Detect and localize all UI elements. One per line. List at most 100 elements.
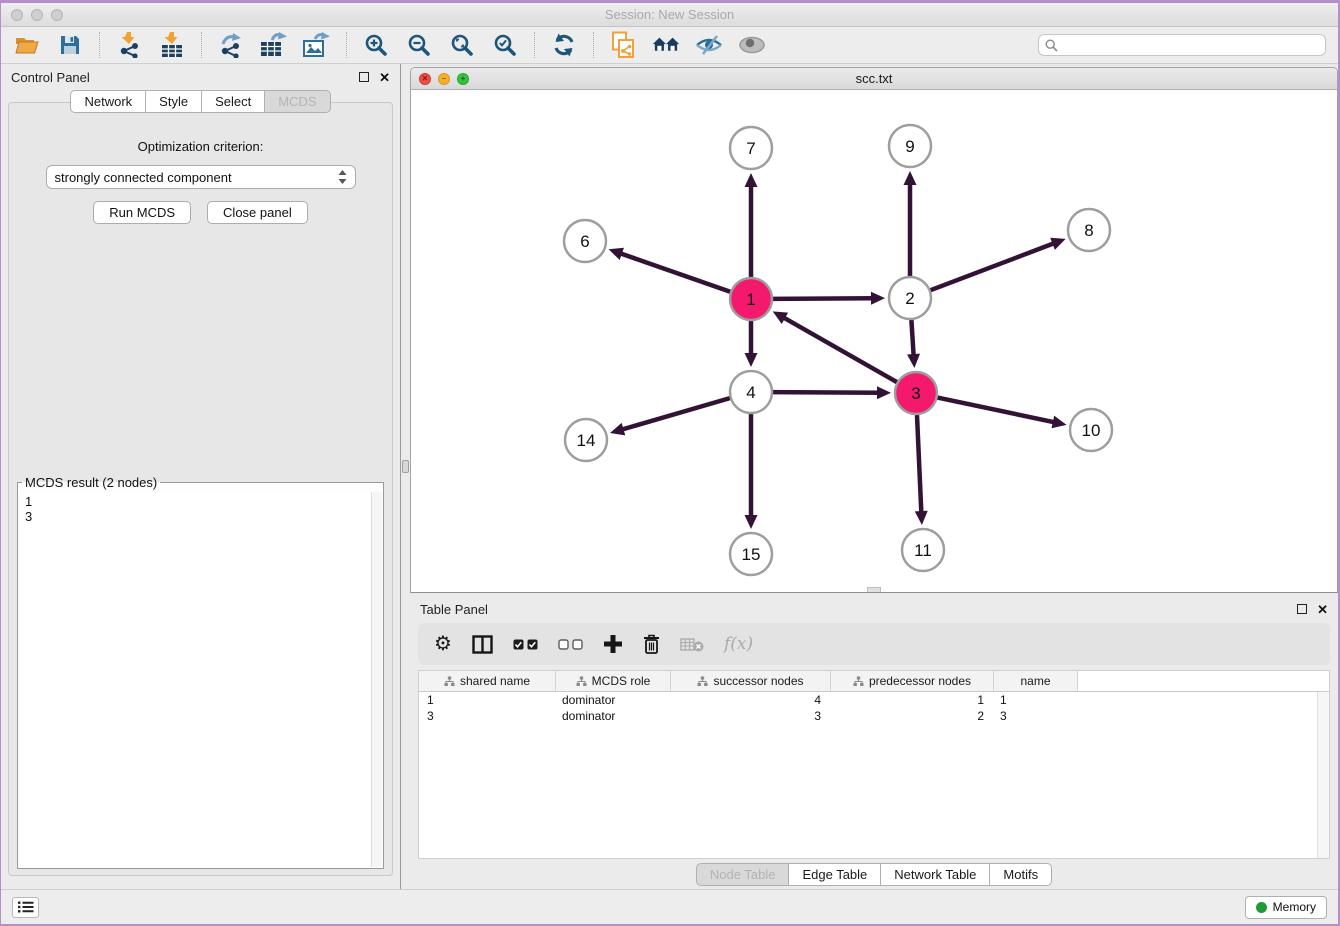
splitter-grip-icon[interactable] <box>402 460 409 473</box>
zoom-selected-icon[interactable] <box>491 31 519 59</box>
export-table-icon[interactable] <box>260 31 288 59</box>
list-icon <box>18 901 34 913</box>
zoom-in-icon[interactable] <box>362 31 390 59</box>
column-header-successor-nodes[interactable]: successor nodes <box>671 671 831 691</box>
graph-edge-1-6[interactable] <box>619 253 730 292</box>
zoom-out-icon[interactable] <box>405 31 433 59</box>
result-scrollbar[interactable] <box>371 492 382 867</box>
select-all-icon[interactable] <box>513 639 538 650</box>
graph-edge-2-8[interactable] <box>931 243 1056 290</box>
table-cell[interactable]: 3 <box>419 709 556 723</box>
close-window-button[interactable] <box>11 9 23 21</box>
function-builder-icon[interactable]: f(x) <box>724 634 753 654</box>
table-row[interactable]: 3dominator323 <box>419 708 1329 724</box>
graph-edge-3-1[interactable] <box>782 317 897 382</box>
ndex-icon[interactable] <box>609 31 637 59</box>
column-header-shared-name[interactable]: shared name <box>419 671 556 691</box>
gear-icon[interactable]: ⚙ <box>434 634 452 654</box>
canvas-grip-icon[interactable] <box>867 587 881 592</box>
close-table-panel-icon[interactable]: ✕ <box>1317 603 1328 616</box>
search-field[interactable] <box>1038 34 1326 56</box>
open-session-icon[interactable] <box>13 31 41 59</box>
show-eye-icon[interactable] <box>738 31 766 59</box>
graph-edge-3-10[interactable] <box>938 398 1056 423</box>
table-row[interactable]: 1dominator411 <box>419 692 1329 708</box>
tab-network-table[interactable]: Network Table <box>880 863 990 886</box>
graph-edge-3-11[interactable] <box>917 415 921 514</box>
homes-icon[interactable] <box>652 31 680 59</box>
delete-table-icon[interactable] <box>680 637 704 652</box>
import-table-icon[interactable] <box>158 31 186 59</box>
tab-motifs[interactable]: Motifs <box>989 863 1052 886</box>
table-cell[interactable]: dominator <box>556 693 671 707</box>
node-table-body: 1dominator4113dominator323 <box>419 692 1329 724</box>
refresh-icon[interactable] <box>550 31 578 59</box>
run-mcds-button[interactable]: Run MCDS <box>93 201 191 224</box>
float-panel-icon[interactable] <box>359 72 369 82</box>
status-bar: Memory <box>1 889 1338 924</box>
table-cell[interactable]: 1 <box>831 693 994 707</box>
table-cell[interactable]: 2 <box>831 709 994 723</box>
panel-splitter[interactable] <box>401 64 410 889</box>
table-cell[interactable]: 1 <box>994 693 1078 707</box>
columns-icon[interactable] <box>472 635 493 654</box>
graph-arrowhead <box>609 248 624 260</box>
tab-mcds[interactable]: MCDS <box>264 90 330 113</box>
column-header-name[interactable]: name <box>994 671 1078 691</box>
save-session-icon[interactable] <box>56 31 84 59</box>
toolbar-separator <box>346 32 347 58</box>
minimize-window-button[interactable] <box>31 9 43 21</box>
table-cell[interactable]: 3 <box>994 709 1078 723</box>
tab-node-table[interactable]: Node Table <box>696 863 790 886</box>
close-panel-button[interactable]: Close panel <box>207 201 308 224</box>
network-window-titlebar: ✕ − + scc.txt <box>411 68 1337 90</box>
graph-arrowhead <box>745 353 758 367</box>
table-panel-title: Table Panel <box>420 602 488 617</box>
table-cell[interactable]: 3 <box>671 709 831 723</box>
column-header-predecessor-nodes[interactable]: predecessor nodes <box>831 671 994 691</box>
tab-network[interactable]: Network <box>70 90 146 113</box>
delete-column-icon[interactable] <box>643 634 660 654</box>
add-column-icon[interactable] <box>603 634 623 654</box>
column-header-MCDS-role[interactable]: MCDS role <box>556 671 671 691</box>
graph-edge-4-14[interactable] <box>621 398 730 430</box>
table-cell[interactable]: dominator <box>556 709 671 723</box>
optimization-criterion-dropdown[interactable]: strongly connected component <box>46 165 356 189</box>
tab-style[interactable]: Style <box>145 90 202 113</box>
mcds-result-area[interactable]: 1 3 <box>19 492 382 867</box>
graph-edge-4-3[interactable] <box>773 392 880 393</box>
close-panel-icon[interactable]: ✕ <box>379 71 390 84</box>
tab-select[interactable]: Select <box>201 90 265 113</box>
network-canvas[interactable]: 7968124314101511 <box>411 90 1337 592</box>
table-cell[interactable]: 4 <box>671 693 831 707</box>
toolbar-separator <box>99 32 100 58</box>
graph-arrowhead <box>610 423 625 435</box>
graph-edge-2-3[interactable] <box>911 320 913 357</box>
maximize-window-button[interactable] <box>51 9 63 21</box>
search-input[interactable] <box>1062 38 1319 52</box>
graph-edge-1-2[interactable] <box>773 298 874 299</box>
table-panel: Table Panel ✕ ⚙ <box>410 596 1338 889</box>
minimize-network-button[interactable]: − <box>438 73 450 85</box>
close-network-button[interactable]: ✕ <box>419 73 431 85</box>
export-image-icon[interactable] <box>303 31 331 59</box>
node-table[interactable]: shared nameMCDS rolesuccessor nodesprede… <box>418 670 1330 859</box>
graph-node-label: 15 <box>742 545 761 564</box>
float-table-panel-icon[interactable] <box>1297 604 1307 614</box>
window-title: Session: New Session <box>605 7 734 22</box>
table-cell[interactable]: 1 <box>419 693 556 707</box>
network-view-window: ✕ − + scc.txt 7968124314101511 <box>410 67 1338 593</box>
zoom-fit-icon[interactable] <box>448 31 476 59</box>
table-scrollbar[interactable] <box>1317 692 1329 858</box>
tab-edge-table[interactable]: Edge Table <box>788 863 881 886</box>
task-history-button[interactable] <box>12 897 39 918</box>
column-type-icon <box>444 676 455 687</box>
hide-eye-icon[interactable] <box>695 31 723 59</box>
memory-button[interactable]: Memory <box>1245 896 1327 919</box>
export-network-icon[interactable] <box>217 31 245 59</box>
import-network-icon[interactable] <box>115 31 143 59</box>
deselect-all-icon[interactable] <box>558 639 583 650</box>
toolbar-separator <box>593 32 594 58</box>
graph-node-label: 2 <box>905 289 914 308</box>
maximize-network-button[interactable]: + <box>457 73 469 85</box>
